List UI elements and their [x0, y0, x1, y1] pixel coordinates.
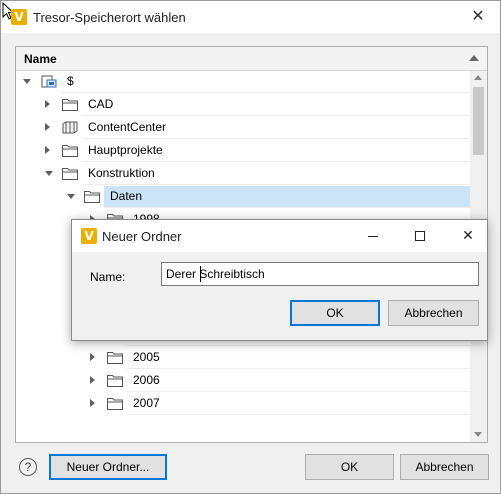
- maximize-icon[interactable]: [411, 227, 429, 245]
- tree-row[interactable]: CAD: [16, 94, 470, 116]
- scroll-up-icon[interactable]: [474, 75, 482, 80]
- tree-row[interactable]: 2006: [16, 370, 470, 392]
- new-folder-button[interactable]: Neuer Ordner...: [49, 454, 167, 480]
- tree-row-label: CAD: [88, 97, 114, 111]
- vault-root-icon: [41, 75, 57, 88]
- scroll-thumb[interactable]: [473, 87, 484, 155]
- dialog-ok-button[interactable]: OK: [290, 300, 380, 326]
- library-folder-icon: [62, 121, 78, 134]
- tree-row-label: ContentCenter: [88, 120, 167, 134]
- expand-arrow-icon[interactable]: [45, 146, 50, 154]
- tree-row[interactable]: Daten: [16, 186, 470, 208]
- row-divider: [127, 368, 470, 369]
- collapse-arrow-icon[interactable]: [45, 171, 53, 176]
- dialog-footer: ? Neuer Ordner... OK Abbrechen: [1, 449, 500, 489]
- row-divider: [127, 345, 470, 346]
- scroll-down-icon[interactable]: [474, 432, 482, 437]
- row-divider: [82, 184, 470, 185]
- tree-row-label: Hauptprojekte: [88, 143, 163, 157]
- tree-row[interactable]: $: [16, 71, 470, 93]
- tree-row[interactable]: 2005: [16, 347, 470, 369]
- vault-app-icon: V: [11, 9, 27, 25]
- tree-row[interactable]: Hauptprojekte: [16, 140, 470, 162]
- folder-icon: [62, 168, 78, 180]
- column-name-label: Name: [24, 52, 57, 66]
- window-title: Tresor-Speicherort wählen: [33, 10, 186, 25]
- text-caret: [200, 266, 201, 282]
- ok-button[interactable]: OK: [305, 454, 394, 480]
- tree-row-label: Konstruktion: [88, 166, 155, 180]
- tree-row[interactable]: Konstruktion: [16, 163, 470, 185]
- tree-row-label: $: [67, 74, 74, 88]
- close-icon[interactable]: ✕: [459, 227, 477, 245]
- row-divider: [61, 92, 470, 93]
- title-bar: V Tresor-Speicherort wählen ✕: [1, 1, 500, 33]
- folder-icon: [84, 191, 100, 203]
- row-divider: [127, 414, 470, 415]
- name-label: Name:: [90, 270, 126, 284]
- expand-arrow-icon[interactable]: [45, 123, 50, 131]
- new-folder-dialog-title: Neuer Ordner: [102, 229, 182, 244]
- close-icon[interactable]: ✕: [470, 8, 486, 24]
- expand-arrow-icon[interactable]: [45, 100, 50, 108]
- folder-name-input[interactable]: Derer Schreibtisch: [161, 262, 479, 286]
- tree-row-label: 2005: [133, 350, 160, 364]
- selection-highlight: [104, 186, 470, 208]
- vault-app-icon: V: [81, 228, 97, 244]
- tree-row-label: Daten: [110, 189, 143, 203]
- folder-icon: [107, 352, 123, 364]
- tree-column-header[interactable]: Name: [16, 47, 487, 71]
- help-icon[interactable]: ?: [19, 458, 37, 476]
- tree-row-label: 2006: [133, 373, 160, 387]
- minimize-icon[interactable]: [364, 227, 382, 245]
- tree-row-label: 2007: [133, 396, 160, 410]
- new-folder-title-bar: V Neuer Ordner ✕: [72, 220, 487, 252]
- folder-icon: [62, 145, 78, 157]
- new-folder-dialog: V Neuer Ordner ✕ Name: Derer Schreibtisc…: [71, 219, 488, 341]
- tree-row[interactable]: 2007: [16, 393, 470, 415]
- row-divider: [104, 207, 470, 208]
- collapse-arrow-icon[interactable]: [23, 79, 31, 84]
- folder-icon: [107, 375, 123, 387]
- expand-arrow-icon[interactable]: [90, 376, 95, 384]
- sort-ascending-icon: [469, 55, 479, 61]
- row-divider: [82, 138, 470, 139]
- dialog-cancel-button[interactable]: Abbrechen: [388, 300, 479, 326]
- row-divider: [82, 161, 470, 162]
- row-divider: [82, 115, 470, 116]
- collapse-arrow-icon[interactable]: [67, 194, 75, 199]
- tree-row[interactable]: ContentCenter: [16, 117, 470, 139]
- cancel-button[interactable]: Abbrechen: [400, 454, 489, 480]
- expand-arrow-icon[interactable]: [90, 399, 95, 407]
- folder-icon: [62, 99, 78, 111]
- expand-arrow-icon[interactable]: [90, 353, 95, 361]
- row-divider: [127, 391, 470, 392]
- folder-icon: [107, 398, 123, 410]
